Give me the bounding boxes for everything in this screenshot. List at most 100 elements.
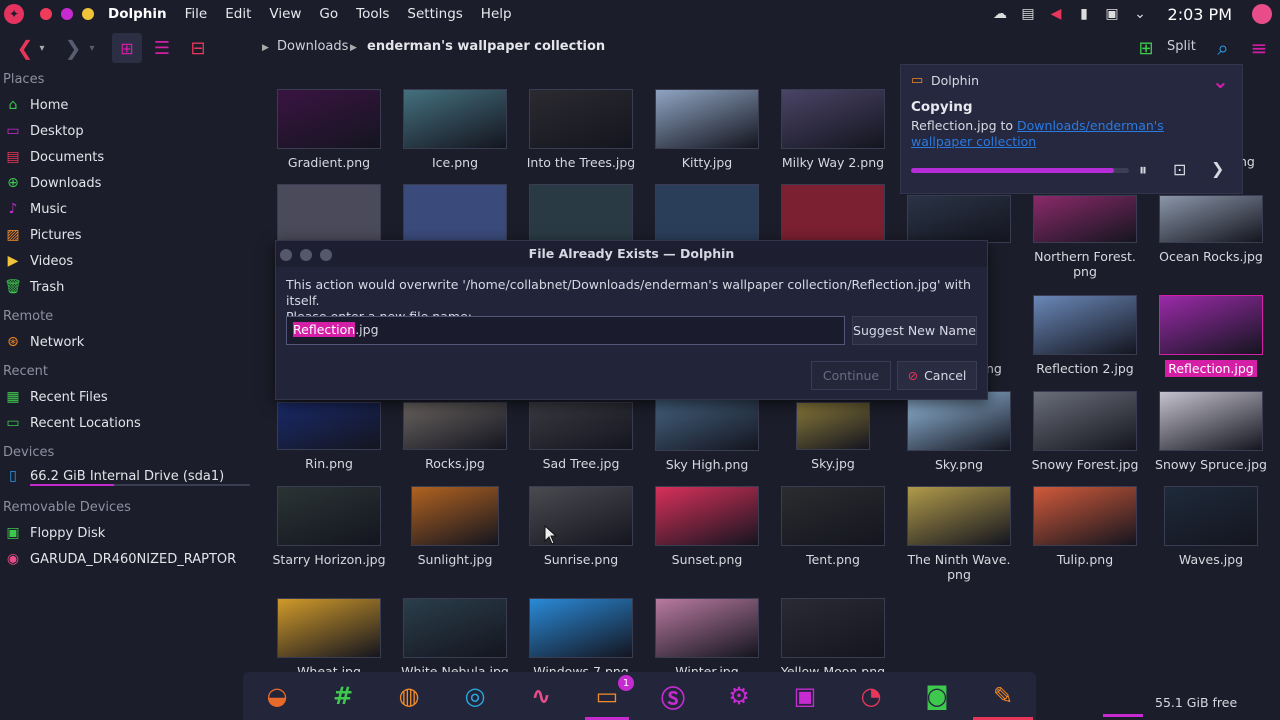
file-item[interactable]: Sky.jpg bbox=[770, 402, 896, 471]
file-item[interactable]: Sunlight.jpg bbox=[392, 486, 518, 567]
details-view-icon[interactable]: ⊟ bbox=[184, 30, 212, 66]
settings-icon[interactable]: ⚙ bbox=[723, 680, 755, 712]
file-item[interactable]: Ice.png bbox=[392, 89, 518, 170]
thumbnail[interactable] bbox=[781, 184, 885, 240]
pencil-icon[interactable]: ✎ bbox=[987, 680, 1019, 712]
sidebar-item-music[interactable]: ♪ Music bbox=[4, 197, 67, 221]
battery-icon[interactable]: ▮ bbox=[1076, 6, 1093, 23]
file-item[interactable]: White Nebula.jpg bbox=[392, 598, 518, 672]
file-item[interactable]: Waves.jpg bbox=[1148, 486, 1274, 567]
file-item[interactable]: Northern Forest. png bbox=[1022, 195, 1148, 279]
dialog-minimize-button[interactable] bbox=[320, 249, 332, 261]
sidebar-item-recent-files[interactable]: ▦ Recent Files bbox=[4, 385, 107, 409]
file-item[interactable]: Sunrise.png bbox=[518, 486, 644, 567]
thumbnail[interactable] bbox=[655, 184, 759, 240]
file-item[interactable]: Sky High.png bbox=[644, 391, 770, 472]
hamburger-menu-icon[interactable]: ≡ bbox=[1246, 30, 1272, 66]
sidebar-item-pictures[interactable]: ▨ Pictures bbox=[4, 223, 81, 247]
file-item[interactable]: Ocean Rocks.jpg bbox=[1148, 195, 1274, 264]
volume-muted-icon[interactable]: ◀ bbox=[1048, 6, 1065, 23]
sidebar-item-documents[interactable]: ▤ Documents bbox=[4, 145, 104, 169]
search-icon[interactable]: ⌕ bbox=[1210, 30, 1236, 66]
continue-button[interactable]: Continue bbox=[811, 361, 891, 390]
forward-history-dropdown-icon[interactable]: ▾ bbox=[86, 30, 98, 66]
file-item[interactable]: Sky.png bbox=[896, 391, 1022, 472]
chrome-icon[interactable]: ◎ bbox=[459, 680, 491, 712]
file-item[interactable]: Milky Way 2.png bbox=[770, 89, 896, 170]
garuda-icon[interactable]: ◒ bbox=[261, 680, 293, 712]
file-item[interactable]: Sunset.png bbox=[644, 486, 770, 567]
file-item[interactable]: Reflection 2.jpg bbox=[1022, 295, 1148, 376]
close-window-button[interactable] bbox=[40, 8, 52, 20]
system-monitor-icon[interactable]: ∿ bbox=[525, 680, 557, 712]
compact-view-icon[interactable]: ☰ bbox=[148, 30, 176, 66]
file-item[interactable]: Yellow Moon.png bbox=[770, 598, 896, 672]
sidebar-item-network[interactable]: ⊛ Network bbox=[4, 330, 84, 354]
stop-icon[interactable]: ⊡ bbox=[1173, 160, 1186, 179]
menu-settings[interactable]: Settings bbox=[407, 6, 462, 22]
thumbnail[interactable] bbox=[403, 184, 507, 240]
maximize-window-button[interactable] bbox=[61, 8, 73, 20]
chat-icon[interactable]: ◙ bbox=[921, 680, 953, 712]
sidebar-item-home[interactable]: ⌂ Home bbox=[4, 93, 69, 117]
split-button[interactable]: Split bbox=[1167, 39, 1196, 54]
garuda-menu-icon[interactable]: ✦ bbox=[4, 4, 24, 24]
menu-file[interactable]: File bbox=[185, 6, 208, 22]
sidebar-item-downloads[interactable]: ⊕ Downloads bbox=[4, 171, 101, 195]
file-item[interactable]: Rocks.jpg bbox=[392, 402, 518, 471]
suggest-new-name-button[interactable]: Suggest New Name bbox=[852, 316, 977, 345]
thumbnail[interactable] bbox=[277, 184, 381, 240]
thumbnail[interactable] bbox=[529, 184, 633, 240]
menu-help[interactable]: Help bbox=[481, 6, 512, 22]
back-arrow-icon[interactable]: ❮ bbox=[14, 30, 36, 66]
menu-tools[interactable]: Tools bbox=[356, 6, 389, 22]
menu-edit[interactable]: Edit bbox=[225, 6, 251, 22]
cancel-button[interactable]: ⊘ Cancel bbox=[897, 361, 977, 390]
file-item[interactable]: Rin.png bbox=[266, 402, 392, 471]
menu-go[interactable]: Go bbox=[319, 6, 338, 22]
file-item[interactable]: Starry Horizon.jpg bbox=[266, 486, 392, 567]
sidebar-item-desktop[interactable]: ▭ Desktop bbox=[4, 119, 83, 143]
collapse-chevron-icon[interactable]: ⌄ bbox=[1212, 69, 1229, 93]
hashtag-icon[interactable]: # bbox=[327, 680, 359, 712]
file-item[interactable]: Tulip.png bbox=[1022, 486, 1148, 567]
sidebar-item-trash[interactable]: 🗑 Trash bbox=[4, 275, 64, 299]
file-item[interactable]: Sad Tree.jpg bbox=[518, 402, 644, 471]
sidebar-item-recent-locations[interactable]: ▭ Recent Locations bbox=[4, 411, 140, 435]
clock[interactable]: 2:03 PM bbox=[1168, 5, 1232, 24]
s-icon[interactable]: Ⓢ bbox=[657, 680, 689, 713]
user-avatar[interactable] bbox=[1252, 4, 1272, 24]
firedragon-icon[interactable]: ◍ bbox=[393, 680, 425, 712]
file-item[interactable]: Snowy Spruce.jpg bbox=[1148, 391, 1274, 472]
copy-progress-notification[interactable]: ▭ Dolphin ⌄ Copying Reflection.jpg to Do… bbox=[900, 64, 1243, 194]
dialog-maximize-button[interactable] bbox=[300, 249, 312, 261]
file-item[interactable]: Kitty.jpg bbox=[644, 89, 770, 170]
pause-icon[interactable]: ⏸ bbox=[1139, 160, 1147, 180]
new-filename-input[interactable]: Reflection.jpg bbox=[286, 316, 845, 345]
icons-view-icon[interactable]: ⊞ bbox=[112, 33, 142, 63]
file-item-selected[interactable]: Reflection.jpg bbox=[1148, 295, 1274, 377]
back-history-dropdown-icon[interactable]: ▾ bbox=[36, 30, 48, 66]
file-item[interactable]: Wheat.jpg bbox=[266, 598, 392, 672]
sidebar-item-floppy[interactable]: ▣ Floppy Disk bbox=[4, 521, 105, 545]
minimize-window-button[interactable] bbox=[82, 8, 94, 20]
network-icon[interactable]: ▣ bbox=[1104, 6, 1121, 23]
file-item[interactable]: Gradient.png bbox=[266, 89, 392, 170]
sidebar-item-usb[interactable]: ◉ GARUDA_DR460NIZED_RAPTOR bbox=[4, 547, 236, 571]
breadcrumb-current[interactable]: enderman's wallpaper collection bbox=[367, 39, 605, 54]
split-view-icon[interactable]: ⊞ bbox=[1134, 30, 1158, 66]
cloud-icon[interactable]: ☁ bbox=[992, 6, 1009, 23]
firefox-icon[interactable]: ◔ bbox=[855, 680, 887, 712]
dialog-close-button[interactable] bbox=[280, 249, 292, 261]
menu-view[interactable]: View bbox=[269, 6, 301, 22]
sidebar-item-videos[interactable]: ▶ Videos bbox=[4, 249, 74, 273]
file-item[interactable]: Winter.jpg bbox=[644, 598, 770, 672]
file-item[interactable]: Snowy Forest.jpg bbox=[1022, 391, 1148, 472]
clipboard-icon[interactable]: ▤ bbox=[1020, 6, 1037, 23]
file-item[interactable]: Windows 7.png bbox=[518, 598, 644, 672]
chevron-right-icon[interactable]: ❯ bbox=[1211, 159, 1224, 178]
file-item[interactable]: The Ninth Wave. png bbox=[896, 486, 1022, 582]
breadcrumb-downloads[interactable]: Downloads bbox=[277, 39, 348, 54]
file-item[interactable]: Into the Trees.jpg bbox=[518, 89, 644, 170]
bag-icon[interactable]: ▣ bbox=[789, 680, 821, 712]
